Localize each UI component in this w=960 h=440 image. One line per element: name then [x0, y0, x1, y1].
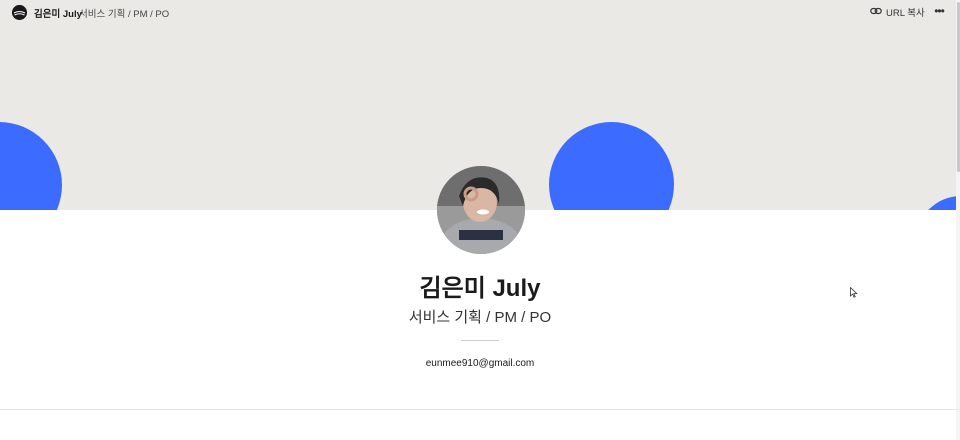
decorative-circle-left — [0, 122, 62, 210]
scrollbar[interactable] — [956, 0, 960, 440]
decorative-circle-center — [549, 122, 674, 210]
copy-url-label: URL 복사 — [886, 8, 925, 19]
link-icon — [870, 5, 882, 20]
copy-url-button[interactable]: URL 복사 — [870, 4, 925, 20]
brand-logo-icon[interactable] — [12, 5, 27, 20]
more-icon[interactable]: ••• — [931, 3, 947, 19]
mouse-cursor-icon — [850, 285, 858, 303]
brand-subtitle: 서비스 기획 / PM / PO — [79, 9, 170, 20]
email-link[interactable]: eunmee910@gmail.com — [0, 358, 960, 369]
divider — [461, 340, 499, 341]
decorative-circle-right — [916, 196, 960, 210]
avatar — [437, 166, 525, 254]
section-divider — [0, 409, 960, 410]
brand-name[interactable]: 김은미 July — [34, 6, 82, 20]
top-bar: 김은미 July 서비스 기획 / PM / PO URL 복사 ••• — [0, 0, 960, 26]
profile-name: 김은미 July — [419, 275, 541, 302]
profile-role: 서비스 기획 / PM / PO — [408, 309, 552, 326]
